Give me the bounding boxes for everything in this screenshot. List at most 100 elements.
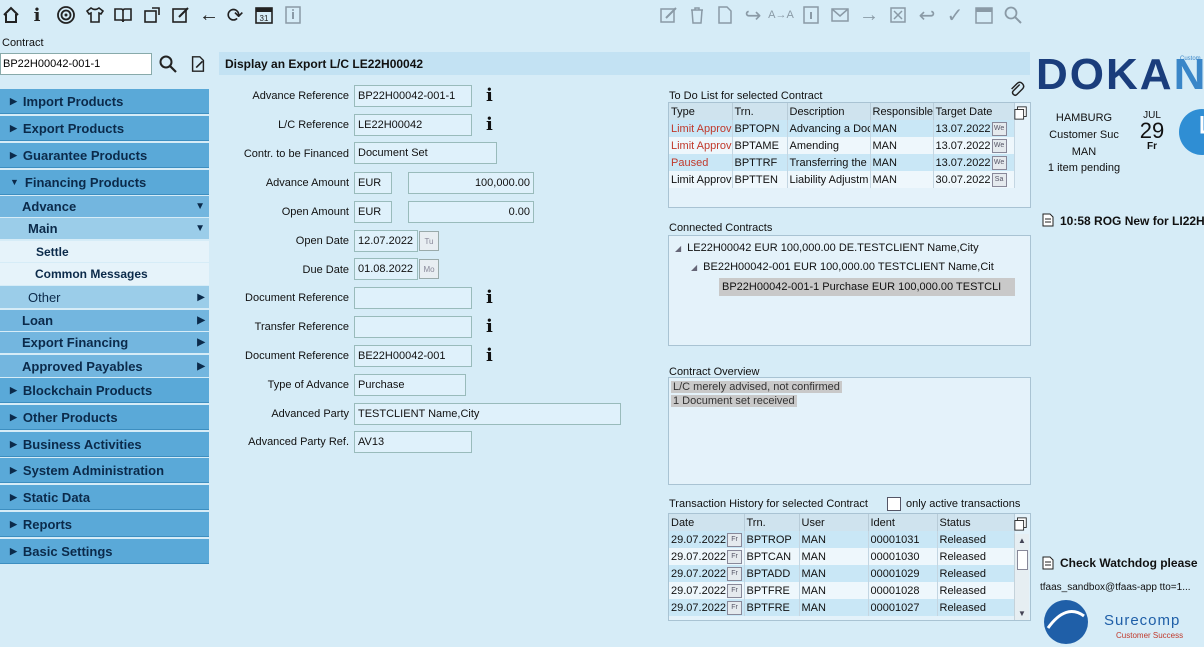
- table-row[interactable]: 29.07.2022 Fr BPTROP MAN 00001031 Release…: [669, 531, 1015, 548]
- target-icon[interactable]: [55, 3, 77, 27]
- nav-system-administration[interactable]: ▶ System Administration: [0, 458, 209, 483]
- column-header[interactable]: Status: [937, 514, 1015, 531]
- caret-right-icon: ▶: [10, 491, 17, 502]
- nav-common-messages[interactable]: Common Messages: [0, 263, 209, 285]
- document-reference-label: Document Reference: [245, 292, 349, 304]
- nav-financing-products[interactable]: ▼ Financing Products: [0, 170, 209, 195]
- table-row[interactable]: Limit Approval BPTAME Amending MAN 13.07…: [669, 137, 1015, 154]
- calendar-icon: Sa: [991, 172, 1007, 187]
- advanced-party-ref-label: Advanced Party Ref.: [248, 436, 349, 448]
- transfer-reference-field[interactable]: [354, 316, 472, 338]
- info-icon[interactable]: i: [486, 114, 493, 135]
- copy-icon[interactable]: [1014, 105, 1028, 121]
- scroll-up-icon[interactable]: ▲: [1018, 536, 1026, 545]
- column-header[interactable]: Date: [669, 514, 745, 531]
- undo-icon: ↩: [918, 4, 936, 27]
- advance-currency-field[interactable]: EUR: [354, 172, 392, 194]
- document-edit-icon[interactable]: [189, 55, 207, 73]
- todo-type: Limit Approval: [669, 120, 733, 137]
- document-reference-field[interactable]: [354, 287, 472, 309]
- back-arrow-icon[interactable]: ←: [198, 3, 220, 27]
- column-header[interactable]: Description: [787, 103, 871, 120]
- caret-right-icon: ▶: [10, 149, 17, 160]
- history-trn: BPTFRE: [744, 599, 800, 616]
- search-icon[interactable]: [158, 54, 178, 74]
- table-row[interactable]: 29.07.2022 Fr BPTCAN MAN 00001030 Release…: [669, 548, 1015, 565]
- info-icon[interactable]: i: [486, 345, 493, 366]
- table-row[interactable]: Limit Approval BPTOPN Advancing a Doc MA…: [669, 120, 1015, 137]
- calendar-icon[interactable]: Tu: [419, 231, 439, 251]
- home-icon[interactable]: [0, 3, 22, 27]
- clock-icon: [1178, 108, 1204, 156]
- advanced-party-field[interactable]: TESTCLIENT Name,City: [354, 403, 621, 425]
- column-header[interactable]: Target Date: [933, 103, 1015, 120]
- nav-advance[interactable]: Advance ▼: [0, 196, 209, 217]
- contr-financed-field[interactable]: Document Set: [354, 142, 497, 164]
- book-icon[interactable]: [112, 3, 134, 27]
- nav-other[interactable]: Other ▶: [0, 286, 209, 308]
- calendar-icon[interactable]: 31: [253, 3, 275, 27]
- nav-blockchain-products[interactable]: ▶ Blockchain Products: [0, 378, 209, 403]
- scroll-down-icon[interactable]: ▼: [1018, 609, 1026, 618]
- history-scrollbar[interactable]: ▲ ▼: [1014, 534, 1029, 620]
- nav-reports[interactable]: ▶ Reports: [0, 512, 209, 537]
- table-row[interactable]: 29.07.2022 Fr BPTADD MAN 00001029 Release…: [669, 565, 1015, 582]
- nav-export-products[interactable]: ▶ Export Products: [0, 116, 209, 141]
- info-icon[interactable]: i: [486, 287, 493, 308]
- column-header[interactable]: User: [799, 514, 869, 531]
- info-icon[interactable]: i: [26, 3, 48, 27]
- tree-node[interactable]: ◢ BE22H00042-001 EUR 100,000.00 TESTCLIEN…: [691, 261, 994, 273]
- advance-amount-label: Advance Amount: [265, 177, 349, 189]
- open-date-field[interactable]: 12.07.2022: [354, 230, 418, 252]
- table-row[interactable]: 29.07.2022 Fr BPTFRE MAN 00001027 Release…: [669, 599, 1015, 616]
- only-active-checkbox[interactable]: [887, 497, 901, 511]
- nav-guarantee-products[interactable]: ▶ Guarantee Products: [0, 143, 209, 168]
- info-icon[interactable]: i: [486, 316, 493, 337]
- nav-loan[interactable]: Loan ▶: [0, 310, 209, 331]
- nav-approved-payables[interactable]: Approved Payables ▶: [0, 355, 209, 377]
- nav-business-activities[interactable]: ▶ Business Activities: [0, 432, 209, 457]
- tree-node-selected[interactable]: BP22H00042-001-1 Purchase EUR 100,000.00…: [719, 278, 1015, 296]
- column-header[interactable]: Type: [669, 103, 733, 120]
- table-row[interactable]: Limit Approval BPTTEN Liability Adjustm …: [669, 171, 1015, 188]
- type-of-advance-field[interactable]: Purchase: [354, 374, 466, 396]
- sync-icon[interactable]: ⟳: [224, 3, 246, 27]
- column-header[interactable]: Ident: [868, 514, 938, 531]
- due-date-field[interactable]: 01.08.2022: [354, 258, 418, 280]
- caret-right-icon: ▶: [10, 518, 17, 529]
- pending-label[interactable]: 1 item pending: [1040, 162, 1128, 174]
- copy-icon[interactable]: [1014, 516, 1028, 532]
- advanced-party-ref-field[interactable]: AV13: [354, 431, 472, 453]
- advance-reference-field[interactable]: BP22H00042-001-1: [354, 85, 472, 107]
- table-row[interactable]: Paused BPTTRF Transferring the MAN 13.07…: [669, 154, 1015, 171]
- document-reference2-field[interactable]: BE22H00042-001: [354, 345, 472, 367]
- nav-other-products[interactable]: ▶ Other Products: [0, 405, 209, 430]
- nav-main[interactable]: Main ▼: [0, 218, 209, 239]
- paperclip-icon[interactable]: [1008, 80, 1026, 98]
- nav-static-data[interactable]: ▶ Static Data: [0, 485, 209, 510]
- history-ident: 00001027: [868, 599, 938, 616]
- tree-node[interactable]: ◢ LE22H00042 EUR 100,000.00 DE.TESTCLIENT…: [675, 242, 979, 254]
- lc-reference-field[interactable]: LE22H00042: [354, 114, 472, 136]
- advance-amount-field[interactable]: 100,000.00: [408, 172, 534, 194]
- history-ident: 00001031: [868, 531, 938, 548]
- open-currency-field[interactable]: EUR: [354, 201, 392, 223]
- contract-input[interactable]: [0, 53, 152, 75]
- edit-icon[interactable]: [170, 3, 192, 27]
- info-icon[interactable]: i: [486, 85, 493, 106]
- refresh-box-icon[interactable]: [141, 3, 163, 27]
- nav-settle[interactable]: Settle: [0, 241, 209, 262]
- scroll-thumb[interactable]: [1017, 550, 1028, 570]
- nav-import-products[interactable]: ▶ Import Products: [0, 89, 209, 114]
- column-header[interactable]: Trn.: [744, 514, 800, 531]
- calendar-icon[interactable]: Mo: [419, 259, 439, 279]
- news-item[interactable]: 10:58 ROG New for LI22H00: [1060, 214, 1204, 228]
- watchdog-message[interactable]: Check Watchdog please: [1060, 556, 1204, 570]
- nav-export-financing[interactable]: Export Financing ▶: [0, 332, 209, 353]
- column-header[interactable]: Responsible: [870, 103, 934, 120]
- open-amount-field[interactable]: 0.00: [408, 201, 534, 223]
- column-header[interactable]: Trn.: [732, 103, 788, 120]
- nav-basic-settings[interactable]: ▶ Basic Settings: [0, 539, 209, 564]
- table-row[interactable]: 29.07.2022 Fr BPTFRE MAN 00001028 Release…: [669, 582, 1015, 599]
- shirt-icon[interactable]: [84, 3, 106, 27]
